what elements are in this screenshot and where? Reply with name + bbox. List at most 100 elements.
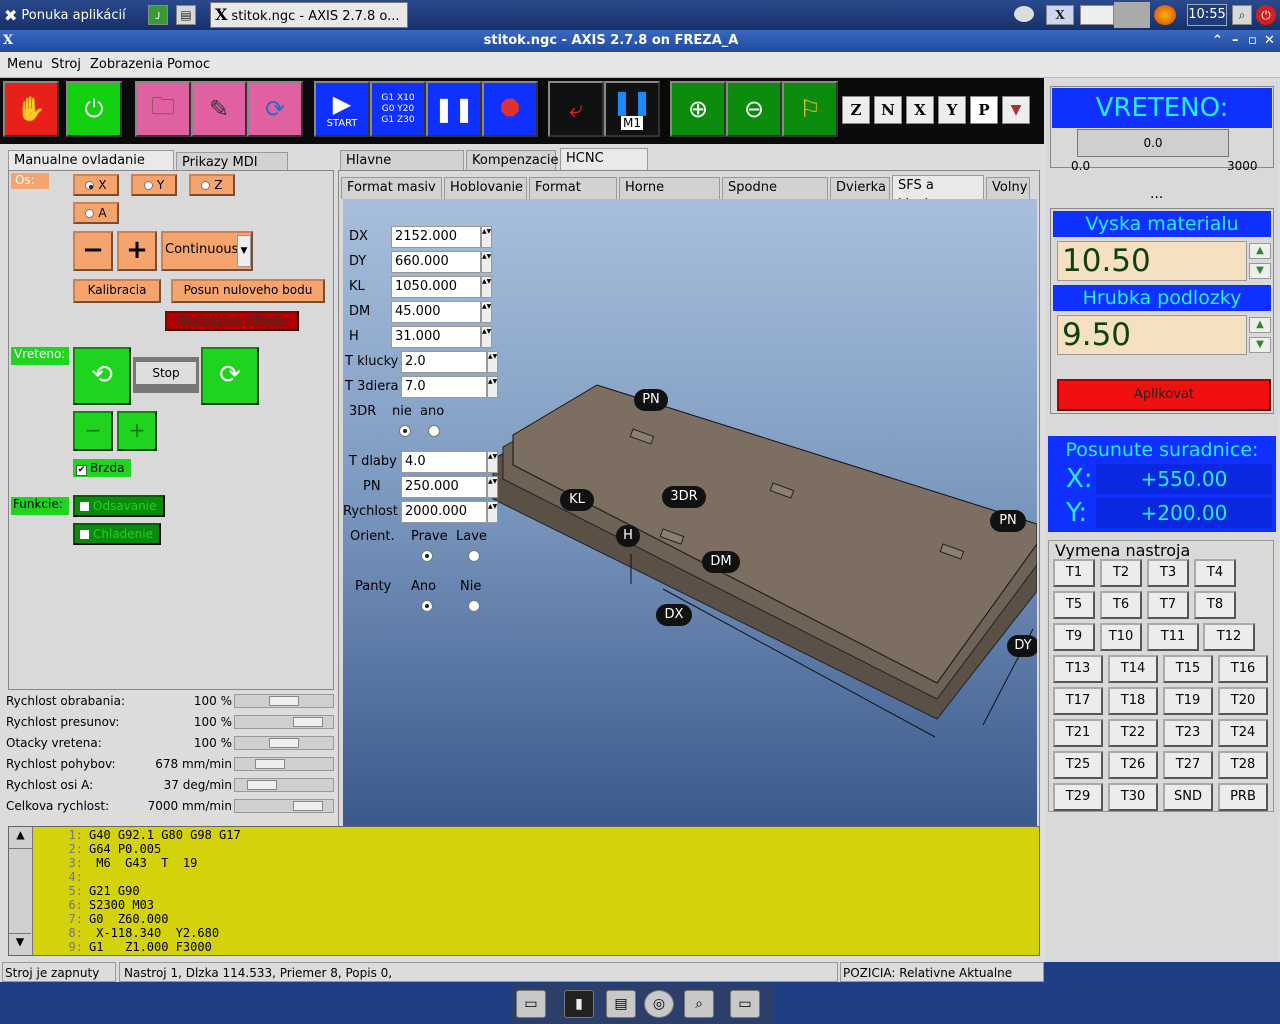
- spindle-slower-button[interactable]: −: [73, 411, 113, 451]
- aplikovat-button[interactable]: Aplikovat: [1057, 379, 1271, 411]
- power-button[interactable]: ⏻: [66, 81, 122, 137]
- tool-button[interactable]: T27: [1163, 751, 1213, 779]
- view-rotated-z-button[interactable]: N: [874, 96, 902, 124]
- file-manager-icon[interactable]: ▤: [606, 990, 636, 1018]
- override-slider[interactable]: [234, 736, 334, 750]
- workspace-switcher[interactable]: [1080, 5, 1114, 25]
- menu-zobrazenia[interactable]: Zobrazenia: [90, 57, 163, 72]
- launcher-icon[interactable]: ᴊ: [148, 5, 168, 25]
- spin-arrows-icon[interactable]: ▲▼: [487, 376, 498, 398]
- axis-a-radio[interactable]: A: [73, 202, 119, 224]
- orient-lave-radio[interactable]: [468, 550, 480, 562]
- vyska-materialu-input[interactable]: 10.50: [1057, 241, 1247, 281]
- axis-z-radio[interactable]: Z: [189, 174, 235, 196]
- estop-button[interactable]: ✋: [3, 81, 59, 137]
- spin-arrows-icon[interactable]: ▲▼: [481, 251, 492, 273]
- subtab[interactable]: Volny: [986, 177, 1030, 199]
- app-menu-button[interactable]: ✖ Ponuka aplikácií: [4, 4, 126, 26]
- brzda-checkbox[interactable]: ✔ Brzda: [73, 459, 131, 477]
- spin-arrows-icon[interactable]: ▲▼: [481, 226, 492, 248]
- tool-button[interactable]: T28: [1218, 751, 1268, 779]
- view-p-button[interactable]: P: [970, 96, 998, 124]
- drive-icon[interactable]: ▭: [516, 990, 546, 1018]
- param-input[interactable]: 45.000: [391, 301, 481, 323]
- zoom-in-button[interactable]: ⊕: [670, 81, 726, 137]
- tool-button[interactable]: T21: [1053, 719, 1103, 747]
- slider-thumb[interactable]: [269, 696, 299, 706]
- tool-button[interactable]: T9: [1053, 623, 1095, 651]
- menu-menu[interactable]: Menu: [7, 57, 43, 72]
- jog-mode-select[interactable]: Continuous ▼: [161, 231, 253, 271]
- tool-button[interactable]: T12: [1203, 623, 1255, 651]
- tab-kompenzacie[interactable]: Kompenzacie: [466, 150, 559, 171]
- posun-nuloveho-bodu-button[interactable]: Posun nuloveho bodu: [171, 279, 325, 303]
- search-icon[interactable]: ⌕: [684, 990, 714, 1018]
- param-input[interactable]: 31.000: [391, 326, 481, 348]
- subtab[interactable]: Dvierka: [830, 177, 890, 199]
- spin-arrows-icon[interactable]: ▲▼: [481, 301, 492, 323]
- tool-button[interactable]: T20: [1218, 687, 1268, 715]
- spindle-faster-button[interactable]: +: [117, 411, 157, 451]
- spindle-cw-button[interactable]: ⟳: [201, 347, 259, 405]
- tool-button[interactable]: T22: [1108, 719, 1158, 747]
- subtab[interactable]: Format masiv: [341, 177, 442, 199]
- tool-button[interactable]: T4: [1194, 559, 1236, 587]
- pause-button[interactable]: ❚❚: [426, 81, 482, 137]
- menu-stroj[interactable]: Stroj: [51, 57, 81, 72]
- reload-button[interactable]: ⟳: [247, 81, 303, 137]
- scroll-up-icon[interactable]: ▲: [9, 827, 32, 849]
- r3dr-nie-radio[interactable]: [399, 425, 411, 437]
- tool-button[interactable]: T23: [1163, 719, 1213, 747]
- tool-button[interactable]: T1: [1053, 559, 1095, 587]
- tool-cone-icon[interactable]: ▼: [1002, 96, 1030, 124]
- tool-button[interactable]: T25: [1053, 751, 1103, 779]
- tool-button[interactable]: T17: [1053, 687, 1103, 715]
- browser-icon[interactable]: ◎: [644, 990, 674, 1018]
- menu-pomoc[interactable]: Pomoc: [167, 57, 210, 72]
- odsavanie-checkbox[interactable]: Odsavanie: [73, 495, 165, 517]
- override-slider[interactable]: [234, 799, 334, 813]
- spin-arrows-icon[interactable]: ▲▼: [481, 276, 492, 298]
- gcode-view[interactable]: ▲ ▼ 1: G40 G92.1 G80 G98 G17 2: G64 P0.005 3…: [8, 826, 1040, 956]
- tool-button[interactable]: T30: [1108, 783, 1158, 811]
- optional-stop-button[interactable]: ❚❚ M1: [604, 81, 660, 137]
- slider-thumb[interactable]: [269, 738, 299, 748]
- start-button[interactable]: ▶ START: [314, 81, 370, 137]
- param-input[interactable]: 1050.000: [391, 276, 481, 298]
- zoom-out-button[interactable]: ⊖: [726, 81, 782, 137]
- printer-icon[interactable]: ▤: [176, 5, 196, 25]
- terminal-icon[interactable]: ▮: [564, 990, 594, 1018]
- vyska-down-icon[interactable]: ▼: [1249, 263, 1271, 279]
- param-input[interactable]: 2.0: [401, 351, 487, 373]
- orient-prave-radio[interactable]: [421, 550, 433, 562]
- tool-button[interactable]: T18: [1108, 687, 1158, 715]
- jog-minus-button[interactable]: −: [73, 231, 113, 271]
- override-slider[interactable]: [234, 715, 334, 729]
- spindle-stop-button[interactable]: Stop: [136, 362, 196, 384]
- chladenie-checkbox[interactable]: Chladenie: [73, 523, 161, 545]
- minimize-icon[interactable]: –: [1232, 30, 1239, 52]
- spin-arrows-icon[interactable]: ▲▼: [487, 476, 498, 498]
- hrubka-up-icon[interactable]: ▲: [1249, 317, 1271, 333]
- tool-button[interactable]: T16: [1218, 655, 1268, 683]
- hrubka-down-icon[interactable]: ▼: [1249, 337, 1271, 353]
- gcode-scrollbar[interactable]: ▲ ▼: [9, 827, 33, 955]
- hrubka-podlozky-input[interactable]: 9.50: [1057, 315, 1247, 355]
- tool-button[interactable]: T15: [1163, 655, 1213, 683]
- tool-button[interactable]: T7: [1147, 591, 1189, 619]
- slider-thumb[interactable]: [247, 780, 277, 790]
- block-delete-button[interactable]: ⤶: [548, 81, 604, 137]
- view-x-button[interactable]: X: [906, 96, 934, 124]
- override-slider[interactable]: [234, 694, 334, 708]
- spin-arrows-icon[interactable]: ▲▼: [481, 326, 492, 348]
- subtab[interactable]: SFS a klucky: [892, 175, 984, 212]
- tool-button[interactable]: T19: [1163, 687, 1213, 715]
- spindle-ccw-button[interactable]: ⟲: [73, 347, 131, 405]
- subtab[interactable]: Format DTD: [529, 177, 617, 214]
- axis-y-radio[interactable]: Y: [131, 174, 177, 196]
- stop-program-button[interactable]: ⯃: [482, 81, 538, 137]
- tool-button[interactable]: T5: [1053, 591, 1095, 619]
- slider-thumb[interactable]: [255, 759, 285, 769]
- panty-ano-radio[interactable]: [421, 600, 433, 612]
- tab-hlavne-zobrazenie[interactable]: Hlavne zobrazenie: [340, 150, 464, 187]
